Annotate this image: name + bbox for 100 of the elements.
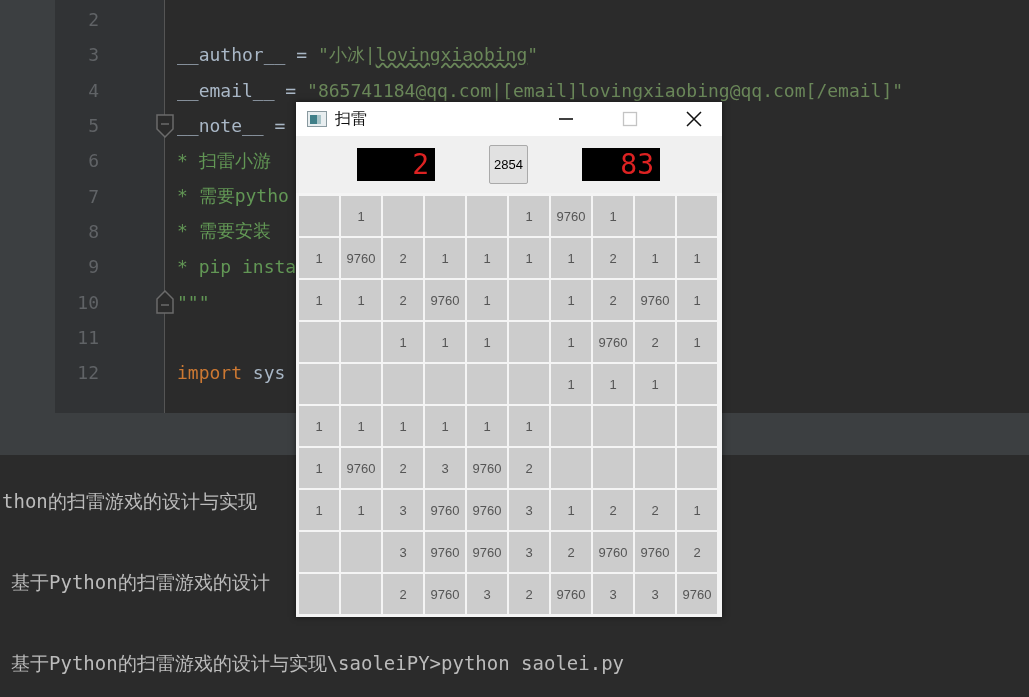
grid-cell[interactable]: 1 bbox=[593, 364, 633, 404]
grid-cell[interactable]: 9760 bbox=[467, 448, 507, 488]
grid-cell[interactable]: 9760 bbox=[551, 574, 591, 614]
reset-button[interactable]: 2854 bbox=[489, 145, 528, 184]
grid-cell[interactable] bbox=[593, 448, 633, 488]
grid-cell[interactable]: 1 bbox=[425, 322, 465, 362]
grid-cell[interactable]: 2 bbox=[677, 532, 717, 572]
grid-cell[interactable]: 1 bbox=[467, 322, 507, 362]
grid-cell[interactable]: 9760 bbox=[467, 490, 507, 530]
grid-cell[interactable] bbox=[551, 448, 591, 488]
grid-cell[interactable]: 2 bbox=[383, 574, 423, 614]
grid-cell[interactable]: 2 bbox=[593, 490, 633, 530]
grid-cell[interactable]: 1 bbox=[299, 238, 339, 278]
grid-cell[interactable] bbox=[593, 406, 633, 446]
grid-cell[interactable]: 1 bbox=[341, 196, 381, 236]
grid-cell[interactable]: 9760 bbox=[593, 322, 633, 362]
grid-cell[interactable]: 1 bbox=[509, 406, 549, 446]
grid-cell[interactable]: 1 bbox=[593, 196, 633, 236]
grid-cell[interactable] bbox=[635, 448, 675, 488]
grid-cell[interactable]: 9760 bbox=[635, 280, 675, 320]
grid-cell[interactable]: 2 bbox=[383, 238, 423, 278]
grid-cell[interactable]: 1 bbox=[467, 280, 507, 320]
grid-cell[interactable]: 9760 bbox=[341, 448, 381, 488]
grid-cell[interactable]: 1 bbox=[635, 364, 675, 404]
grid-cell[interactable]: 2 bbox=[593, 238, 633, 278]
fold-icon[interactable] bbox=[156, 290, 174, 314]
grid-cell[interactable] bbox=[425, 364, 465, 404]
grid-cell[interactable]: 9760 bbox=[425, 532, 465, 572]
grid-cell[interactable]: 1 bbox=[551, 490, 591, 530]
grid-cell[interactable]: 1 bbox=[299, 280, 339, 320]
grid-cell[interactable] bbox=[635, 406, 675, 446]
grid-cell[interactable]: 1 bbox=[551, 364, 591, 404]
grid-cell[interactable]: 9760 bbox=[425, 490, 465, 530]
grid-cell[interactable]: 1 bbox=[677, 238, 717, 278]
fold-icon[interactable] bbox=[156, 113, 174, 138]
grid-cell[interactable] bbox=[677, 196, 717, 236]
grid-cell[interactable]: 9760 bbox=[677, 574, 717, 614]
grid-cell[interactable] bbox=[383, 196, 423, 236]
grid-cell[interactable]: 1 bbox=[509, 238, 549, 278]
grid-cell[interactable]: 2 bbox=[509, 574, 549, 614]
grid-cell[interactable]: 3 bbox=[509, 490, 549, 530]
grid-cell[interactable] bbox=[383, 364, 423, 404]
close-icon[interactable] bbox=[686, 111, 702, 127]
grid-cell[interactable]: 2 bbox=[383, 280, 423, 320]
grid-cell[interactable]: 2 bbox=[635, 490, 675, 530]
grid-cell[interactable]: 1 bbox=[341, 280, 381, 320]
grid-cell[interactable] bbox=[635, 196, 675, 236]
grid-cell[interactable]: 9760 bbox=[593, 532, 633, 572]
grid-cell[interactable] bbox=[341, 364, 381, 404]
grid-cell[interactable]: 1 bbox=[425, 406, 465, 446]
grid-cell[interactable]: 2 bbox=[509, 448, 549, 488]
grid-cell[interactable]: 2 bbox=[593, 280, 633, 320]
grid-cell[interactable] bbox=[299, 322, 339, 362]
grid-cell[interactable] bbox=[677, 406, 717, 446]
grid-cell[interactable]: 1 bbox=[299, 448, 339, 488]
grid-cell[interactable]: 1 bbox=[383, 406, 423, 446]
grid-cell[interactable]: 2 bbox=[635, 322, 675, 362]
grid-cell[interactable]: 1 bbox=[299, 406, 339, 446]
grid-cell[interactable]: 1 bbox=[425, 238, 465, 278]
grid-cell[interactable]: 3 bbox=[383, 490, 423, 530]
grid-cell[interactable]: 1 bbox=[677, 280, 717, 320]
grid-cell[interactable]: 2 bbox=[551, 532, 591, 572]
grid-cell[interactable] bbox=[467, 196, 507, 236]
grid-cell[interactable] bbox=[341, 322, 381, 362]
grid-cell[interactable]: 1 bbox=[635, 238, 675, 278]
grid-cell[interactable] bbox=[677, 448, 717, 488]
grid-cell[interactable] bbox=[509, 364, 549, 404]
grid-cell[interactable]: 2 bbox=[383, 448, 423, 488]
grid-cell[interactable] bbox=[677, 364, 717, 404]
grid-cell[interactable] bbox=[341, 574, 381, 614]
grid-cell[interactable]: 1 bbox=[551, 280, 591, 320]
grid-cell[interactable]: 3 bbox=[467, 574, 507, 614]
grid-cell[interactable]: 1 bbox=[551, 322, 591, 362]
grid-cell[interactable]: 1 bbox=[467, 238, 507, 278]
grid-cell[interactable]: 9760 bbox=[425, 574, 465, 614]
grid-cell[interactable]: 3 bbox=[593, 574, 633, 614]
grid-cell[interactable]: 1 bbox=[677, 490, 717, 530]
grid-cell[interactable]: 1 bbox=[677, 322, 717, 362]
grid-cell[interactable] bbox=[467, 364, 507, 404]
grid-cell[interactable] bbox=[551, 406, 591, 446]
grid-cell[interactable] bbox=[509, 322, 549, 362]
grid-cell[interactable] bbox=[299, 532, 339, 572]
grid-cell[interactable]: 1 bbox=[551, 238, 591, 278]
grid-cell[interactable] bbox=[299, 196, 339, 236]
grid-cell[interactable]: 3 bbox=[383, 532, 423, 572]
grid-cell[interactable]: 3 bbox=[425, 448, 465, 488]
grid-cell[interactable]: 1 bbox=[341, 406, 381, 446]
grid-cell[interactable]: 9760 bbox=[635, 532, 675, 572]
grid-cell[interactable]: 1 bbox=[467, 406, 507, 446]
maximize-icon[interactable] bbox=[622, 111, 638, 127]
grid-cell[interactable]: 1 bbox=[299, 490, 339, 530]
grid-cell[interactable]: 9760 bbox=[467, 532, 507, 572]
grid-cell[interactable] bbox=[299, 574, 339, 614]
grid-cell[interactable]: 1 bbox=[383, 322, 423, 362]
grid-cell[interactable]: 1 bbox=[509, 196, 549, 236]
grid-cell[interactable]: 1 bbox=[341, 490, 381, 530]
grid-cell[interactable]: 3 bbox=[635, 574, 675, 614]
grid-cell[interactable] bbox=[509, 280, 549, 320]
grid-cell[interactable] bbox=[425, 196, 465, 236]
grid-cell[interactable] bbox=[299, 364, 339, 404]
